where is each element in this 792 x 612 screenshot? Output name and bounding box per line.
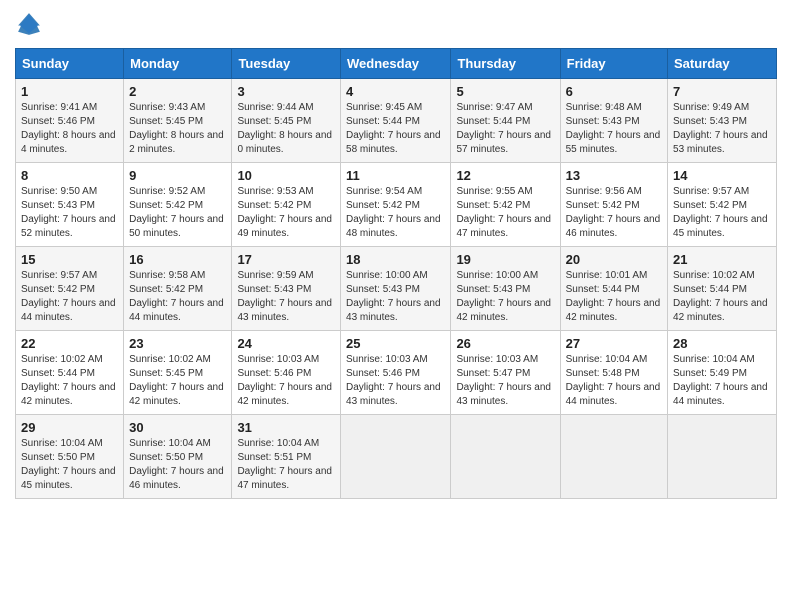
table-cell: 5Sunrise: 9:47 AMSunset: 5:44 PMDaylight…	[451, 79, 560, 163]
table-cell: 12Sunrise: 9:55 AMSunset: 5:42 PMDayligh…	[451, 163, 560, 247]
col-thursday: Thursday	[451, 49, 560, 79]
table-cell: 30Sunrise: 10:04 AMSunset: 5:50 PMDaylig…	[124, 415, 232, 499]
calendar-table: Sunday Monday Tuesday Wednesday Thursday…	[15, 48, 777, 499]
table-cell: 27Sunrise: 10:04 AMSunset: 5:48 PMDaylig…	[560, 331, 667, 415]
logo-icon	[15, 10, 43, 38]
table-cell: 13Sunrise: 9:56 AMSunset: 5:42 PMDayligh…	[560, 163, 667, 247]
table-cell: 9Sunrise: 9:52 AMSunset: 5:42 PMDaylight…	[124, 163, 232, 247]
table-cell: 4Sunrise: 9:45 AMSunset: 5:44 PMDaylight…	[341, 79, 451, 163]
table-cell: 16Sunrise: 9:58 AMSunset: 5:42 PMDayligh…	[124, 247, 232, 331]
table-cell: 15Sunrise: 9:57 AMSunset: 5:42 PMDayligh…	[16, 247, 124, 331]
table-cell: 1Sunrise: 9:41 AMSunset: 5:46 PMDaylight…	[16, 79, 124, 163]
table-cell: 11Sunrise: 9:54 AMSunset: 5:42 PMDayligh…	[341, 163, 451, 247]
table-cell: 29Sunrise: 10:04 AMSunset: 5:50 PMDaylig…	[16, 415, 124, 499]
table-cell: 6Sunrise: 9:48 AMSunset: 5:43 PMDaylight…	[560, 79, 667, 163]
table-cell: 24Sunrise: 10:03 AMSunset: 5:46 PMDaylig…	[232, 331, 341, 415]
col-monday: Monday	[124, 49, 232, 79]
page-header	[15, 10, 777, 38]
calendar-week-row: 8Sunrise: 9:50 AMSunset: 5:43 PMDaylight…	[16, 163, 777, 247]
table-cell: 26Sunrise: 10:03 AMSunset: 5:47 PMDaylig…	[451, 331, 560, 415]
table-cell	[451, 415, 560, 499]
table-cell: 28Sunrise: 10:04 AMSunset: 5:49 PMDaylig…	[668, 331, 777, 415]
col-tuesday: Tuesday	[232, 49, 341, 79]
table-cell: 23Sunrise: 10:02 AMSunset: 5:45 PMDaylig…	[124, 331, 232, 415]
calendar-week-row: 22Sunrise: 10:02 AMSunset: 5:44 PMDaylig…	[16, 331, 777, 415]
table-cell: 10Sunrise: 9:53 AMSunset: 5:42 PMDayligh…	[232, 163, 341, 247]
table-cell	[668, 415, 777, 499]
table-cell: 7Sunrise: 9:49 AMSunset: 5:43 PMDaylight…	[668, 79, 777, 163]
table-cell: 19Sunrise: 10:00 AMSunset: 5:43 PMDaylig…	[451, 247, 560, 331]
logo	[15, 10, 47, 38]
col-friday: Friday	[560, 49, 667, 79]
calendar-header-row: Sunday Monday Tuesday Wednesday Thursday…	[16, 49, 777, 79]
table-cell: 25Sunrise: 10:03 AMSunset: 5:46 PMDaylig…	[341, 331, 451, 415]
table-cell: 2Sunrise: 9:43 AMSunset: 5:45 PMDaylight…	[124, 79, 232, 163]
calendar-week-row: 1Sunrise: 9:41 AMSunset: 5:46 PMDaylight…	[16, 79, 777, 163]
table-cell: 14Sunrise: 9:57 AMSunset: 5:42 PMDayligh…	[668, 163, 777, 247]
col-sunday: Sunday	[16, 49, 124, 79]
table-cell: 20Sunrise: 10:01 AMSunset: 5:44 PMDaylig…	[560, 247, 667, 331]
table-cell: 3Sunrise: 9:44 AMSunset: 5:45 PMDaylight…	[232, 79, 341, 163]
calendar-week-row: 29Sunrise: 10:04 AMSunset: 5:50 PMDaylig…	[16, 415, 777, 499]
col-saturday: Saturday	[668, 49, 777, 79]
calendar-week-row: 15Sunrise: 9:57 AMSunset: 5:42 PMDayligh…	[16, 247, 777, 331]
table-cell: 22Sunrise: 10:02 AMSunset: 5:44 PMDaylig…	[16, 331, 124, 415]
table-cell: 18Sunrise: 10:00 AMSunset: 5:43 PMDaylig…	[341, 247, 451, 331]
table-cell: 31Sunrise: 10:04 AMSunset: 5:51 PMDaylig…	[232, 415, 341, 499]
table-cell	[560, 415, 667, 499]
col-wednesday: Wednesday	[341, 49, 451, 79]
table-cell: 21Sunrise: 10:02 AMSunset: 5:44 PMDaylig…	[668, 247, 777, 331]
table-cell	[341, 415, 451, 499]
table-cell: 17Sunrise: 9:59 AMSunset: 5:43 PMDayligh…	[232, 247, 341, 331]
table-cell: 8Sunrise: 9:50 AMSunset: 5:43 PMDaylight…	[16, 163, 124, 247]
